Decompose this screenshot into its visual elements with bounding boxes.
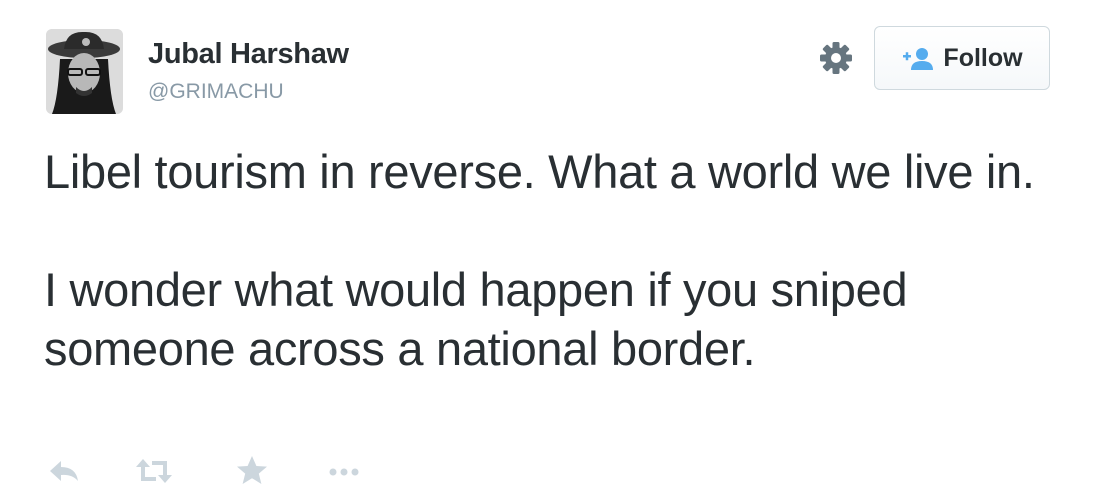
retweet-icon[interactable] (134, 453, 174, 494)
author-display-name[interactable]: Jubal Harshaw (148, 38, 349, 71)
avatar[interactable] (46, 29, 123, 114)
tweet-paragraph: Libel tourism in reverse. What a world w… (44, 145, 1035, 198)
follow-button-label: Follow (943, 43, 1023, 72)
favorite-icon[interactable] (234, 453, 270, 494)
reply-icon[interactable] (46, 453, 82, 494)
author-handle[interactable]: @GRIMACHU (148, 80, 284, 104)
gear-icon[interactable] (816, 38, 856, 78)
tweet-text: Libel tourism in reverse. What a world w… (44, 142, 1054, 378)
avatar-image (46, 29, 123, 114)
follow-button[interactable]: Follow (874, 26, 1050, 90)
more-icon[interactable] (326, 453, 362, 494)
tweet-paragraph: I wonder what would happen if you sniped… (44, 263, 908, 375)
follow-user-icon (903, 48, 934, 70)
